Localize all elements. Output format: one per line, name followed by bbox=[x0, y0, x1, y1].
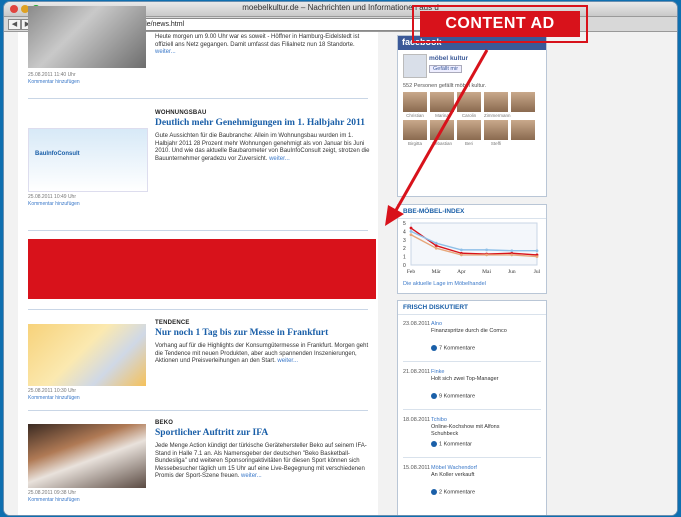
annotation-arrow bbox=[385, 49, 489, 226]
content-ad-label: CONTENT AD bbox=[412, 5, 588, 43]
